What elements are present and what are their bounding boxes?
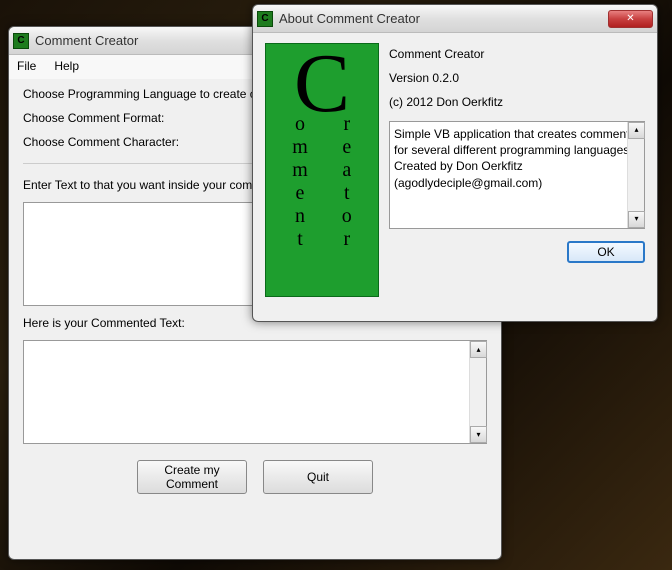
about-right: Comment Creator Version 0.2.0 (c) 2012 D… bbox=[389, 43, 645, 297]
quit-button[interactable]: Quit bbox=[263, 460, 373, 494]
logo-right-col: r e a t o r bbox=[342, 113, 352, 251]
scrollbar[interactable]: ▴ ▾ bbox=[627, 122, 644, 228]
about-titlebar[interactable]: C About Comment Creator ✕ bbox=[253, 5, 657, 33]
about-copyright: (c) 2012 Don Oerkfitz bbox=[389, 95, 645, 109]
close-icon: ✕ bbox=[626, 13, 634, 24]
about-product-name: Comment Creator bbox=[389, 47, 645, 61]
about-title: About Comment Creator bbox=[279, 11, 608, 26]
output-text-area[interactable]: ▴ ▾ bbox=[23, 340, 487, 444]
scroll-down-icon[interactable]: ▾ bbox=[628, 211, 645, 228]
logo-columns: o m m e n t r e a t o r bbox=[292, 113, 352, 251]
about-description-text: Simple VB application that creates comme… bbox=[394, 126, 640, 191]
app-icon: C bbox=[257, 11, 273, 27]
about-window: C About Comment Creator ✕ C o m m e n t … bbox=[252, 4, 658, 322]
scrollbar[interactable]: ▴ ▾ bbox=[469, 341, 486, 443]
about-logo: C o m m e n t r e a t o r bbox=[265, 43, 379, 297]
scroll-up-icon[interactable]: ▴ bbox=[628, 122, 645, 139]
logo-big-letter: C bbox=[294, 50, 350, 117]
app-icon: C bbox=[13, 33, 29, 49]
create-comment-button[interactable]: Create my Comment bbox=[137, 460, 247, 494]
ok-button[interactable]: OK bbox=[567, 241, 645, 263]
scroll-up-icon[interactable]: ▴ bbox=[470, 341, 487, 358]
output-text[interactable] bbox=[24, 341, 468, 443]
about-body: C o m m e n t r e a t o r bbox=[253, 33, 657, 307]
window-controls: ✕ bbox=[608, 10, 653, 28]
scroll-down-icon[interactable]: ▾ bbox=[470, 426, 487, 443]
about-footer: OK bbox=[389, 241, 645, 263]
close-button[interactable]: ✕ bbox=[608, 10, 653, 28]
about-description-box: Simple VB application that creates comme… bbox=[389, 121, 645, 229]
menu-file[interactable]: File bbox=[17, 59, 36, 73]
about-info: Comment Creator Version 0.2.0 (c) 2012 D… bbox=[389, 43, 645, 121]
button-row: Create my Comment Quit bbox=[23, 460, 487, 494]
menu-help[interactable]: Help bbox=[54, 59, 79, 73]
about-version: Version 0.2.0 bbox=[389, 71, 645, 85]
logo-left-col: o m m e n t bbox=[292, 113, 308, 251]
